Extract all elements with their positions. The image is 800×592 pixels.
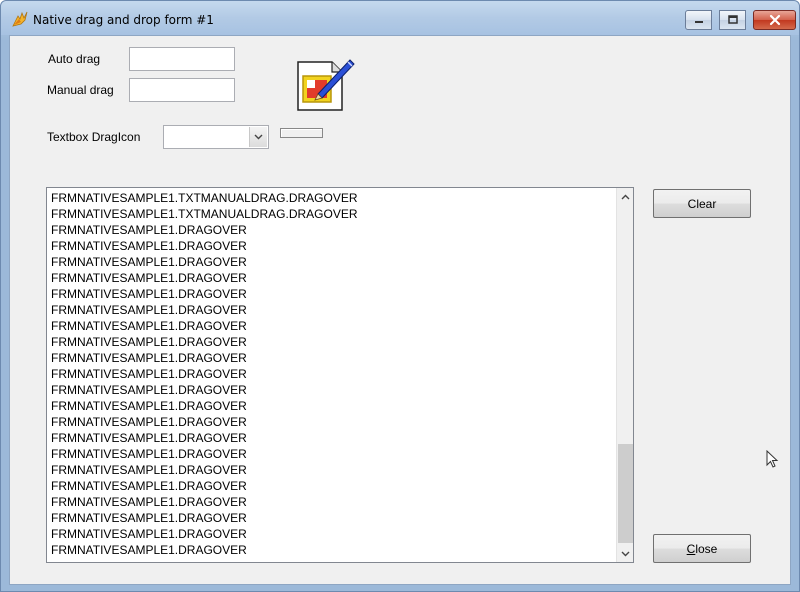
maximize-icon xyxy=(727,15,738,24)
list-item[interactable]: FRMNATIVESAMPLE1.DRAGOVER xyxy=(51,286,633,302)
window-title: Native drag and drop form #1 xyxy=(33,13,214,27)
list-item[interactable]: FRMNATIVESAMPLE1.DRAGOVER xyxy=(51,334,633,350)
drag-icon-label: Textbox DragIcon xyxy=(47,130,141,144)
minimize-icon xyxy=(694,21,703,23)
chevron-up-icon xyxy=(621,194,630,199)
clear-button[interactable]: Clear xyxy=(653,189,751,218)
picture-edit-icon[interactable] xyxy=(296,54,356,112)
form-client-area: Auto drag Manual drag Textbox DragIcon F… xyxy=(9,35,791,585)
list-item[interactable]: FRMNATIVESAMPLE1.DRAGOVER xyxy=(51,542,633,558)
list-item[interactable]: FRMNATIVESAMPLE1.DRAGOVER xyxy=(51,398,633,414)
list-item[interactable]: FRMNATIVESAMPLE1.TXTMANUALDRAG.DRAGOVER xyxy=(51,190,633,206)
list-item[interactable]: FRMNATIVESAMPLE1.DRAGOVER xyxy=(51,302,633,318)
chevron-down-icon xyxy=(254,134,263,140)
event-log-list: FRMNATIVESAMPLE1.TXTMANUALDRAG.DRAGOVER … xyxy=(47,188,633,558)
list-item[interactable]: FRMNATIVESAMPLE1.TXTMANUALDRAG.DRAGOVER xyxy=(51,206,633,222)
vertical-scrollbar[interactable] xyxy=(616,188,633,562)
list-item[interactable]: FRMNATIVESAMPLE1.DRAGOVER xyxy=(51,414,633,430)
combobox-dropdown-button[interactable] xyxy=(249,127,267,147)
app-window: Native drag and drop form #1 Auto drag M… xyxy=(0,0,800,592)
close-button[interactable]: Close xyxy=(653,534,751,563)
list-item[interactable]: FRMNATIVESAMPLE1.DRAGOVER xyxy=(51,270,633,286)
list-item[interactable]: FRMNATIVESAMPLE1.DRAGOVER xyxy=(51,318,633,334)
drag-icon-preview xyxy=(280,128,323,138)
list-item[interactable]: FRMNATIVESAMPLE1.DRAGOVER xyxy=(51,238,633,254)
scrollbar-thumb[interactable] xyxy=(618,444,633,543)
window-close-button[interactable] xyxy=(753,10,796,30)
manual-drag-textbox[interactable] xyxy=(129,78,235,102)
fox-app-icon xyxy=(12,11,28,27)
scroll-up-button[interactable] xyxy=(617,188,633,205)
list-item[interactable]: FRMNATIVESAMPLE1.DRAGOVER xyxy=(51,478,633,494)
list-item[interactable]: FRMNATIVESAMPLE1.DRAGOVER xyxy=(51,494,633,510)
list-item[interactable]: FRMNATIVESAMPLE1.DRAGOVER xyxy=(51,222,633,238)
scroll-down-button[interactable] xyxy=(617,545,633,562)
mouse-cursor-icon xyxy=(766,450,779,468)
list-item[interactable]: FRMNATIVESAMPLE1.DRAGOVER xyxy=(51,430,633,446)
clear-button-label: Clear xyxy=(687,196,717,211)
list-item[interactable]: FRMNATIVESAMPLE1.DRAGOVER xyxy=(51,366,633,382)
drag-icon-combobox[interactable] xyxy=(163,125,269,149)
list-item[interactable]: FRMNATIVESAMPLE1.DRAGOVER xyxy=(51,526,633,542)
auto-drag-label: Auto drag xyxy=(48,52,101,66)
maximize-button[interactable] xyxy=(719,10,746,30)
list-item[interactable]: FRMNATIVESAMPLE1.DRAGOVER xyxy=(51,510,633,526)
close-label-rest: lose xyxy=(695,541,718,556)
chevron-down-icon xyxy=(621,551,630,556)
list-item[interactable]: FRMNATIVESAMPLE1.DRAGOVER xyxy=(51,382,633,398)
close-icon xyxy=(769,14,780,26)
list-item[interactable]: FRMNATIVESAMPLE1.DRAGOVER xyxy=(51,462,633,478)
manual-drag-label: Manual drag xyxy=(47,83,114,97)
minimize-button[interactable] xyxy=(685,10,712,30)
list-item[interactable]: FRMNATIVESAMPLE1.DRAGOVER xyxy=(51,350,633,366)
list-item[interactable]: FRMNATIVESAMPLE1.DRAGOVER xyxy=(51,254,633,270)
list-item[interactable]: FRMNATIVESAMPLE1.DRAGOVER xyxy=(51,446,633,462)
close-button-label: Close xyxy=(687,542,718,556)
auto-drag-textbox[interactable] xyxy=(129,47,235,71)
event-log-listbox[interactable]: FRMNATIVESAMPLE1.TXTMANUALDRAG.DRAGOVER … xyxy=(46,187,634,563)
title-bar[interactable]: Native drag and drop form #1 xyxy=(1,1,799,35)
